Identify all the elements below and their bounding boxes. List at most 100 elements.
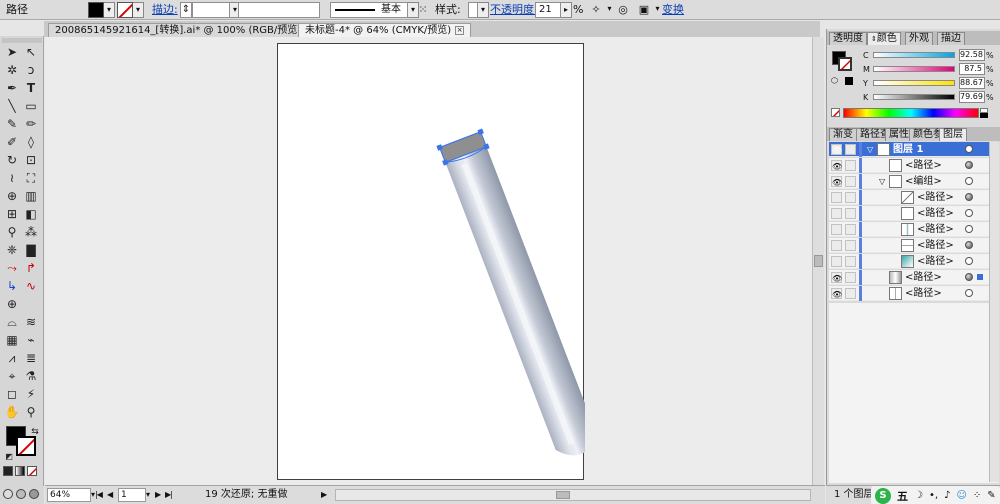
none-color-button[interactable] bbox=[831, 108, 840, 117]
tab-transparency[interactable]: 透明度 bbox=[829, 32, 867, 45]
swap-colors-icon[interactable]: ⇆ bbox=[26, 424, 44, 441]
prev-page-icon[interactable]: ◀ bbox=[107, 488, 113, 502]
horizontal-scrollbar[interactable] bbox=[335, 489, 811, 501]
lock-toggle[interactable] bbox=[845, 288, 856, 299]
envelope-tool-icon[interactable]: ⌓ bbox=[3, 314, 21, 331]
target-circle-icon[interactable] bbox=[965, 161, 973, 169]
scroll-thumb[interactable] bbox=[814, 255, 823, 267]
vertical-scrollbar[interactable] bbox=[812, 37, 824, 485]
draw-normal-icon[interactable] bbox=[3, 489, 13, 499]
sogou-ime-icon[interactable]: S bbox=[875, 487, 891, 504]
mesh-tool-icon[interactable]: ⊞ bbox=[3, 206, 21, 223]
target-circle-icon[interactable] bbox=[965, 289, 973, 297]
tab-layers[interactable]: 图层 bbox=[939, 128, 967, 141]
default-colors-icon[interactable]: ◩ bbox=[0, 448, 18, 465]
test-tube-artwork[interactable] bbox=[278, 44, 597, 481]
pen-tool-icon[interactable]: ✒ bbox=[3, 80, 21, 97]
close-icon[interactable]: × bbox=[455, 25, 465, 35]
layer-row[interactable]: 👁 ▽ <编组> bbox=[829, 174, 999, 189]
menu-list-tool-icon[interactable]: ≣ bbox=[22, 350, 40, 367]
black-swatch[interactable] bbox=[980, 113, 988, 118]
channel-slider[interactable] bbox=[873, 66, 955, 72]
visibility-eye-icon[interactable]: 👁 bbox=[831, 144, 842, 155]
ime-mode[interactable]: 五 bbox=[897, 488, 908, 504]
target-circle-icon[interactable] bbox=[965, 225, 973, 233]
fill-swatch[interactable]: ▾ bbox=[88, 2, 115, 18]
paintbrush-tool-icon[interactable]: ✎ bbox=[3, 116, 21, 133]
tab-document-2[interactable]: 未标题-4* @ 64% (CMYK/预览) × bbox=[298, 23, 472, 37]
zoom-field[interactable]: 64% bbox=[47, 488, 91, 502]
recolor-artwork-icon[interactable]: ✧ ▾ bbox=[588, 2, 615, 18]
stroke-label[interactable]: 描边: bbox=[152, 2, 178, 18]
target-circle-icon[interactable] bbox=[965, 209, 973, 217]
custom-tool-blue-icon[interactable]: ↳ bbox=[3, 278, 21, 295]
lock-toggle[interactable] bbox=[845, 208, 856, 219]
stroke-weight-field[interactable]: ⇕ ▾ bbox=[180, 2, 241, 18]
lock-toggle[interactable] bbox=[845, 176, 856, 187]
visibility-eye-icon[interactable]: 👁 bbox=[831, 288, 842, 299]
toolbox-grip[interactable] bbox=[2, 38, 42, 43]
target-circle-icon[interactable] bbox=[965, 241, 973, 249]
visibility-eye-icon[interactable]: 👁 bbox=[831, 272, 842, 283]
expand-triangle-icon[interactable]: ▽ bbox=[867, 142, 873, 157]
first-page-icon[interactable]: |◀ bbox=[95, 488, 103, 502]
draw-behind-icon[interactable] bbox=[16, 489, 26, 499]
eraser-tool-icon[interactable]: ◊ bbox=[22, 134, 40, 151]
channel-value-field[interactable]: 92.58 bbox=[959, 49, 985, 61]
layer-row[interactable]: <路径> bbox=[829, 190, 999, 205]
layers-scrollbar[interactable] bbox=[989, 142, 999, 482]
align-icon[interactable]: ▣ ▾ bbox=[636, 2, 663, 18]
punctuation-icon[interactable]: •, bbox=[929, 490, 938, 501]
expand-triangle-icon[interactable]: ▽ bbox=[879, 174, 885, 189]
lock-toggle[interactable] bbox=[845, 160, 856, 171]
layer-row[interactable]: 👁 <路径> bbox=[829, 158, 999, 173]
web-safe-swatch[interactable] bbox=[845, 77, 853, 85]
channel-slider[interactable] bbox=[873, 52, 955, 58]
last-page-icon[interactable]: ▶| bbox=[165, 488, 173, 502]
artboard-tool-icon[interactable]: ◻ bbox=[3, 386, 21, 403]
layers-empty-area[interactable] bbox=[829, 303, 999, 483]
stroke-profile-select[interactable]: 基本 ▾ bbox=[330, 2, 419, 18]
blob-brush-tool-icon[interactable]: ✐ bbox=[3, 134, 21, 151]
lock-toggle[interactable] bbox=[845, 272, 856, 283]
eyedropper-tool-icon[interactable]: ⚲ bbox=[3, 224, 21, 241]
visibility-eye-icon[interactable] bbox=[831, 256, 842, 267]
transform-link[interactable]: 变换 bbox=[662, 2, 684, 18]
layer-row[interactable]: <路径> bbox=[829, 206, 999, 221]
crosshair-tool-icon[interactable]: ⊕ bbox=[3, 296, 21, 313]
channel-slider[interactable] bbox=[873, 94, 955, 100]
target-circle-icon[interactable] bbox=[965, 257, 973, 265]
pencil-tool-icon[interactable]: ✏ bbox=[22, 116, 40, 133]
selection-tool-icon[interactable]: ➤ bbox=[3, 44, 21, 61]
target-circle-icon[interactable] bbox=[965, 193, 973, 201]
layer-row[interactable]: <路径> bbox=[829, 238, 999, 253]
magic-wand-tool-icon[interactable]: ✲ bbox=[3, 62, 21, 79]
free-transform-tool-icon[interactable]: ⛶ bbox=[22, 170, 40, 187]
zigzag-tool-icon[interactable]: ⩘ bbox=[3, 350, 21, 367]
visibility-eye-icon[interactable]: 👁 bbox=[831, 160, 842, 171]
layer-row[interactable]: 👁 ▽ 图层 1 bbox=[829, 142, 999, 157]
mic-icon[interactable]: ♪ bbox=[944, 490, 950, 501]
measure-tool-icon[interactable]: ⚗ bbox=[22, 368, 40, 385]
canvas-area[interactable] bbox=[45, 37, 821, 485]
custom-tool-wave-icon[interactable]: ∿ bbox=[22, 278, 40, 295]
rotate-tool-icon[interactable]: ↻ bbox=[3, 152, 21, 169]
color-stroke-swatch[interactable] bbox=[838, 57, 852, 71]
pattern-tool-icon[interactable]: ⌁ bbox=[22, 332, 40, 349]
custom-tool-red-icon[interactable]: ⤳ bbox=[3, 260, 21, 277]
tab-gradient[interactable]: 渐变 bbox=[829, 128, 857, 141]
channel-value-field[interactable]: 88.67 bbox=[959, 77, 985, 89]
slice-tool-icon[interactable]: ⚡ bbox=[22, 386, 40, 403]
isolate-group-icon[interactable]: ◎ bbox=[615, 2, 631, 18]
custom-tool-red-2-icon[interactable]: ↱ bbox=[22, 260, 40, 277]
visibility-eye-icon[interactable] bbox=[831, 240, 842, 251]
visibility-eye-icon[interactable]: 👁 bbox=[831, 176, 842, 187]
tab-stroke[interactable]: 描边 bbox=[937, 32, 965, 45]
hand-tool-icon[interactable]: ✋ bbox=[3, 404, 21, 421]
opacity-label[interactable]: 不透明度: bbox=[490, 2, 538, 18]
graphic-style-select[interactable]: ▾ bbox=[468, 2, 489, 18]
brush-definition-icon[interactable]: ⁙ bbox=[415, 2, 431, 18]
selected-art-indicator[interactable] bbox=[977, 274, 983, 280]
grid-menu-icon[interactable]: ⁘ bbox=[973, 490, 981, 501]
channel-value-field[interactable]: 87.5 bbox=[959, 63, 985, 75]
